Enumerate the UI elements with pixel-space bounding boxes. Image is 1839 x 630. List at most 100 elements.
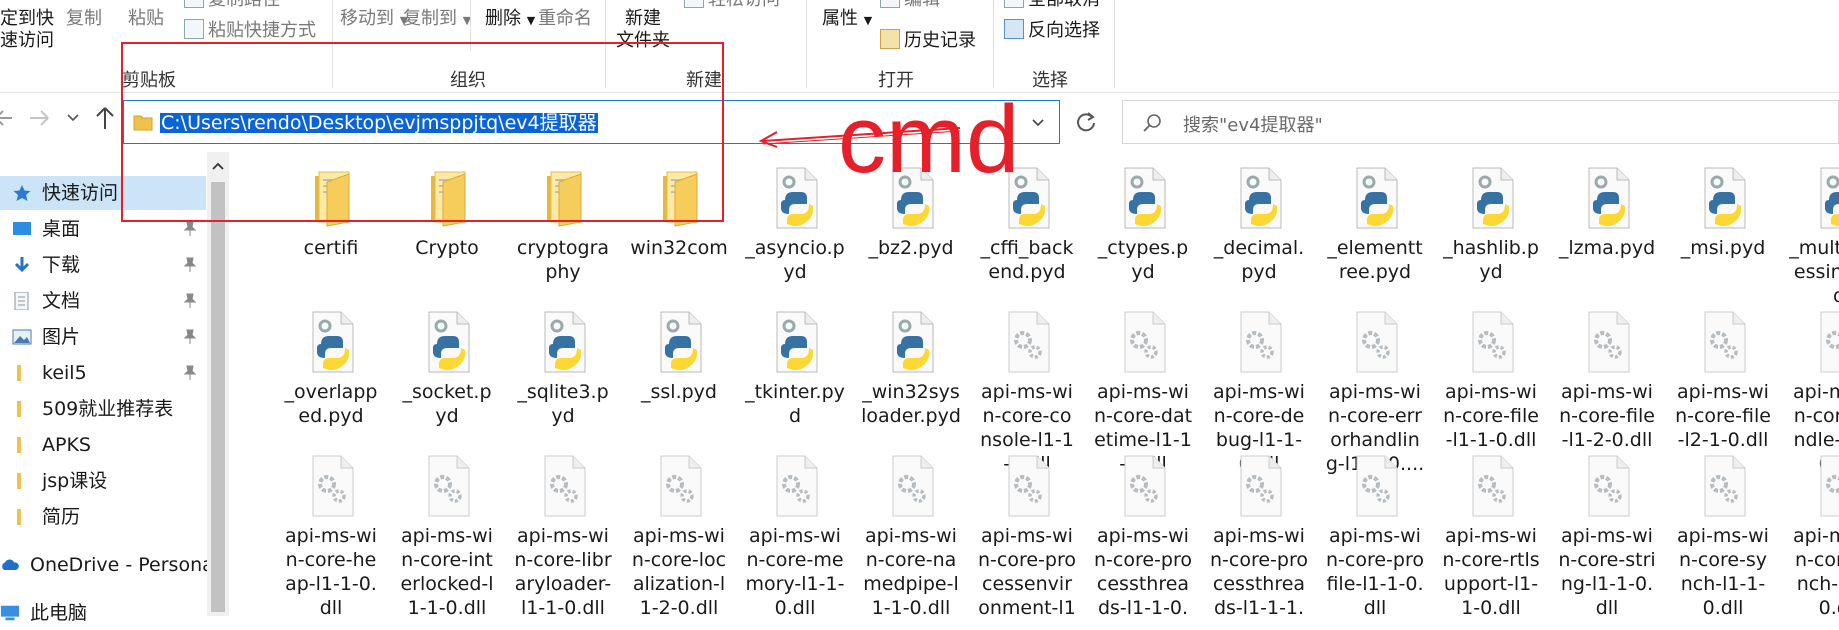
sidebar-item-keil5[interactable]: keil5 — [0, 356, 206, 390]
file-item[interactable]: api-ms-win-core-string-l1-1-0.dll — [1557, 454, 1657, 616]
properties-chevron-icon: ▼ — [863, 14, 873, 27]
file-item[interactable]: api-ms-win-core-debug-l1-1-0.dll — [1209, 310, 1309, 475]
delete-label: 删除 — [485, 8, 521, 29]
move-to-button[interactable]: 移动到 ▼ — [340, 8, 408, 32]
sidebar-item-pictures[interactable]: 图片 — [0, 320, 206, 354]
up-arrow-icon[interactable] — [94, 105, 116, 131]
file-item[interactable]: api-ms-win-core-localization-l1-2-0.dll — [629, 454, 729, 616]
file-item[interactable]: _asyncio.pyd — [745, 166, 845, 310]
file-item[interactable]: _overlapped.pyd — [281, 310, 381, 454]
address-dropdown-chevron-icon[interactable] — [1031, 118, 1045, 128]
rename-button[interactable]: 重命名 — [538, 8, 592, 30]
delete-button[interactable]: 删除 ▼ — [485, 8, 535, 32]
refresh-icon[interactable] — [1075, 111, 1097, 133]
sidebar-item-documents[interactable]: 文档 — [0, 284, 206, 318]
download-icon — [14, 257, 30, 273]
paste-shortcut-button[interactable]: 粘贴快捷方式 — [184, 19, 316, 42]
file-item[interactable]: api-ms-win-core-namedpipe-l1-1-0.dll — [861, 454, 961, 616]
history-button[interactable]: 历史记录 — [880, 29, 976, 52]
sidebar-item-label: 图片 — [42, 326, 81, 348]
paste-button[interactable]: 粘贴 — [128, 8, 164, 30]
file-item[interactable]: api-ms-win-core-file-l1-2-0.dll — [1557, 310, 1657, 454]
invert-selection-button[interactable]: 反向选择 — [1004, 19, 1100, 42]
pin-icon[interactable] — [184, 257, 196, 273]
sidebar-item-onedrive[interactable]: OneDrive - Personal — [0, 548, 219, 582]
sidebar-item-this-pc[interactable]: 此电脑 — [0, 596, 206, 630]
dll-file-icon — [1820, 455, 1839, 517]
file-item[interactable]: _win32sysloader.pyd — [861, 310, 961, 454]
sidebar-item-apks[interactable]: APKS — [0, 428, 206, 462]
file-item[interactable]: api-ms-win-core-memory-l1-1-0.dll — [745, 454, 845, 616]
search-placeholder: 搜索"ev4提取器" — [1183, 115, 1323, 136]
file-item[interactable]: _multiprocessing.pyd — [1789, 166, 1839, 310]
file-name: api-ms-win-core-localization-l1-2-0.dll — [631, 525, 727, 616]
file-item[interactable]: _hashlib.pyd — [1441, 166, 1541, 310]
pin-icon[interactable] — [184, 365, 196, 381]
file-item[interactable]: _socket.pyd — [397, 310, 497, 454]
desktop-icon — [13, 222, 31, 235]
file-item[interactable]: api-ms-win-core-handle-l1-1-0.dll — [1789, 310, 1839, 475]
star-icon — [13, 185, 31, 201]
file-item[interactable]: _sqlite3.pyd — [513, 310, 613, 454]
dll-file-icon — [892, 455, 934, 517]
invert-selection-icon — [1004, 19, 1024, 39]
file-item[interactable]: api-ms-win-core-libraryloader-l1-1-0.dll — [513, 454, 613, 616]
file-item[interactable]: _ssl.pyd — [629, 310, 729, 454]
dll-file-icon — [1472, 455, 1514, 517]
edit-button[interactable]: 编辑 — [880, 0, 940, 11]
pin-icon[interactable] — [184, 221, 196, 237]
file-item[interactable]: api-ms-win-core-file-l2-1-0.dll — [1673, 310, 1773, 454]
file-name: _ctypes.pyd — [1097, 237, 1189, 283]
file-item[interactable]: api-ms-win-core-datetime-l1-1-0.dll — [1093, 310, 1193, 475]
file-item[interactable]: _elementtree.pyd — [1325, 166, 1425, 310]
file-item[interactable]: api-ms-win-core-processthreads-l1-1-0.dl… — [1093, 454, 1193, 616]
select-none-button[interactable]: 全部取消 — [1004, 0, 1100, 11]
recent-locations-chevron-icon[interactable] — [66, 113, 80, 123]
ribbon-separator — [806, 0, 807, 88]
copy-to-button[interactable]: 复制到 ▼ — [403, 8, 471, 32]
file-item[interactable]: api-ms-win-core-interlocked-l1-1-0.dll — [397, 454, 497, 616]
file-item[interactable]: api-ms-win-core-errorhandling-l1-1-0.... — [1325, 310, 1425, 475]
sidebar-item-label: 此电脑 — [30, 602, 88, 624]
easy-access-button[interactable]: 轻松访问 — [684, 0, 780, 11]
copy-button[interactable]: 复制 — [66, 8, 102, 30]
file-item[interactable]: api-ms-win-core-processenvironment-l1-1-… — [977, 454, 1077, 616]
file-name: certifi — [303, 237, 359, 259]
forward-arrow-icon[interactable] — [28, 107, 50, 129]
dll-file-icon — [428, 455, 470, 517]
sidebar-item-downloads[interactable]: 下载 — [0, 248, 206, 282]
scrollbar-thumb[interactable] — [211, 182, 225, 612]
sidebar-item-jsp-project[interactable]: jsp课设 — [0, 464, 206, 498]
sidebar-item-recommendation-forms[interactable]: 509就业推荐表 — [0, 392, 206, 426]
file-item[interactable]: api-ms-win-core-rtlsupport-l1-1-0.dll — [1441, 454, 1541, 616]
python-file-icon — [776, 311, 818, 373]
file-item[interactable]: api-ms-win-core-console-l1-1-0.dll — [977, 310, 1077, 475]
file-item[interactable]: api-ms-win-core-heap-l1-1-0.dll — [281, 454, 381, 616]
file-item[interactable]: api-ms-win-core-synch-l1-2-0.dll — [1789, 454, 1839, 616]
file-item[interactable]: api-ms-win-core-synch-l1-1-0.dll — [1673, 454, 1773, 616]
dll-file-icon — [1704, 455, 1746, 517]
pin-icon[interactable] — [184, 293, 196, 309]
file-item[interactable]: _decimal.pyd — [1209, 166, 1309, 310]
file-item[interactable]: api-ms-win-core-profile-l1-1-0.dll — [1325, 454, 1425, 616]
python-file-icon — [1472, 167, 1514, 229]
file-name: api-ms-win-core-interlocked-l1-1-0.dll — [400, 525, 494, 616]
select-none-label: 全部取消 — [1028, 0, 1100, 10]
file-item[interactable]: _ctypes.pyd — [1093, 166, 1193, 310]
back-arrow-icon[interactable] — [0, 107, 14, 129]
dll-file-icon — [1240, 455, 1282, 517]
pin-quick-access-button[interactable]: 定到快 速访问 — [0, 8, 54, 52]
file-item[interactable]: _msi.pyd — [1673, 166, 1773, 310]
pin-icon[interactable] — [184, 329, 196, 345]
file-item[interactable]: api-ms-win-core-processthreads-l1-1-1.dl… — [1209, 454, 1309, 616]
search-box[interactable]: 搜索"ev4提取器" — [1122, 100, 1839, 144]
select-group-label: 选择 — [1032, 70, 1068, 91]
file-item[interactable]: _tkinter.pyd — [745, 310, 845, 454]
file-name: _msi.pyd — [1680, 237, 1766, 259]
copy-path-button[interactable]: 复制路径 — [184, 0, 280, 11]
sidebar-item-resume[interactable]: 简历 — [0, 500, 206, 534]
file-item[interactable]: _lzma.pyd — [1557, 166, 1657, 310]
properties-button[interactable]: 属性 ▼ — [822, 8, 872, 32]
file-item[interactable]: api-ms-win-core-file-l1-1-0.dll — [1441, 310, 1541, 454]
sidebar-item-label: keil5 — [42, 362, 87, 384]
